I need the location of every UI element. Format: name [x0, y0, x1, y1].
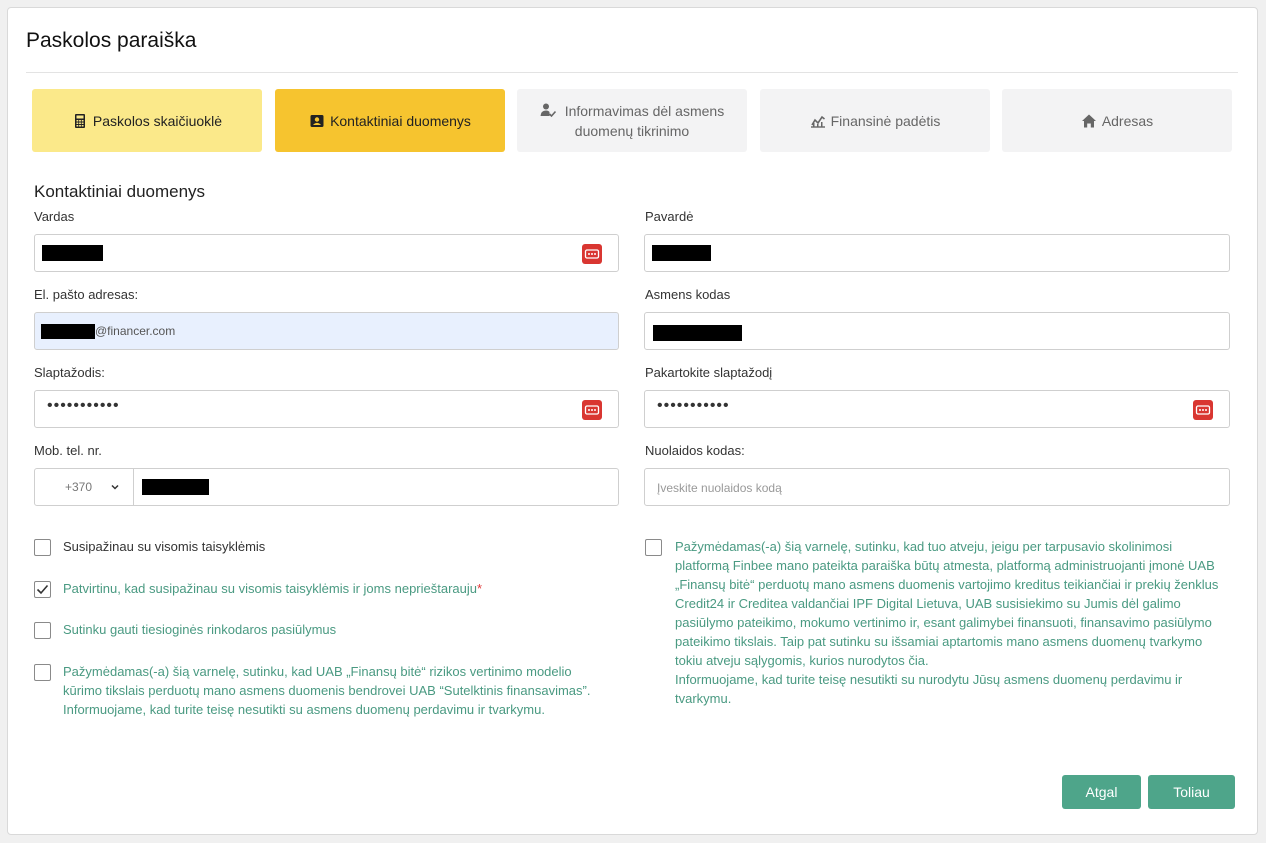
finbee-line: Pažymėdamas(-a) šią varnelę, sutinku, ka… — [675, 539, 1173, 554]
checkmark-icon — [36, 584, 49, 595]
password-input[interactable]: ••••••••••• — [34, 390, 619, 428]
step-label-group: Informavimas dėl asmens duomenų tikrinim… — [540, 101, 724, 141]
risk-model-line: Pažymėdamas(-a) šią varnelę, sutinku, ka… — [63, 664, 572, 679]
phone-input-group: +370 — [34, 468, 619, 506]
step-loan-calculator[interactable]: Paskolos skaičiuoklė — [32, 89, 262, 152]
redacted-value — [41, 324, 95, 339]
rules-confirm-text: Patvirtinu, kad susipažinau su visomis t… — [63, 581, 477, 596]
step-label: Adresas — [1101, 112, 1154, 129]
step-financial-status[interactable]: Finansinė padėtis — [760, 89, 990, 152]
rules-ack-checkbox[interactable] — [34, 539, 51, 556]
required-mark: * — [477, 581, 483, 596]
contact-card-icon — [309, 113, 325, 129]
redacted-value — [653, 325, 742, 341]
section-title: Kontaktiniai duomenys — [34, 182, 206, 201]
finbee-line: pasiūlymo pateikimo, mokumo vertinimo ir… — [675, 615, 1212, 630]
title-divider — [26, 72, 1238, 73]
password-repeat-label: Pakartokite slaptažodį — [645, 365, 773, 380]
risk-model-text: Pažymėdamas(-a) šią varnelę, sutinku, ka… — [63, 662, 590, 719]
user-check-icon — [540, 102, 556, 118]
step-label-line2: duomenų tikrinimo — [574, 122, 690, 139]
phone-prefix-select[interactable]: +370 — [35, 469, 134, 505]
next-button[interactable]: Toliau — [1148, 775, 1235, 809]
redacted-value — [652, 245, 711, 261]
discount-placeholder: Įveskite nuolaidos kodą — [657, 481, 782, 495]
redacted-value — [142, 479, 209, 495]
first-name-label: Vardas — [34, 209, 75, 224]
finbee-line: tokiu atveju sąlygomis, kurios nurodytos… — [675, 653, 929, 668]
home-icon — [1081, 113, 1097, 129]
finbee-line: pateikimo tikslais. Taip pat sutinku su … — [675, 634, 1203, 649]
rules-ack-text: Susipažinau su visomis taisyklėmis — [63, 539, 266, 554]
risk-model-line: Informuojame, kad turite teisę nesutikti… — [63, 702, 545, 717]
step-label: Kontaktiniai duomenys — [330, 112, 471, 129]
step-address[interactable]: Adresas — [1002, 89, 1232, 152]
first-name-input[interactable] — [34, 234, 619, 272]
redacted-value — [42, 245, 103, 261]
rules-confirm-label: Patvirtinu, kad susipažinau su visomis t… — [63, 579, 482, 598]
finbee-line: „Finansų bitė“ perduotų mano asmens duom… — [675, 577, 1219, 592]
discount-label: Nuolaidos kodas: — [645, 443, 745, 458]
email-input[interactable]: @financer.com — [34, 312, 619, 350]
calculator-icon — [72, 113, 88, 129]
personal-code-label: Asmens kodas — [645, 287, 731, 302]
phone-label: Mob. tel. nr. — [34, 443, 102, 458]
finbee-consent-text: Pažymėdamas(-a) šią varnelę, sutinku, ka… — [675, 537, 1218, 708]
password-manager-icon[interactable] — [1193, 400, 1213, 420]
back-button[interactable]: Atgal — [1062, 775, 1141, 809]
password-manager-icon[interactable] — [582, 244, 602, 264]
step-data-verification[interactable]: Informavimas dėl asmens duomenų tikrinim… — [517, 89, 747, 152]
step-label: Paskolos skaičiuoklė — [92, 112, 223, 129]
last-name-input[interactable] — [644, 234, 1230, 272]
password-masked-value: ••••••••••• — [47, 397, 120, 414]
step-label-line1: Informavimas dėl asmens — [564, 102, 725, 119]
rules-confirm-checkbox[interactable] — [34, 581, 51, 598]
risk-model-line: kūrimo tikslais perduotų mano asmens duo… — [63, 683, 591, 698]
personal-code-input[interactable] — [644, 312, 1230, 350]
finbee-line: tvarkymu. — [675, 691, 732, 706]
password-manager-icon[interactable] — [582, 400, 602, 420]
phone-number-input[interactable] — [135, 469, 618, 505]
page-title: Paskolos paraiška — [26, 29, 197, 52]
chevron-down-icon — [109, 480, 121, 492]
password-label: Slaptažodis: — [34, 365, 105, 380]
email-label: El. pašto adresas: — [34, 287, 139, 302]
email-domain: @financer.com — [95, 324, 176, 338]
password-repeat-masked-value: ••••••••••• — [657, 397, 730, 414]
step-contact-details[interactable]: Kontaktiniai duomenys — [275, 89, 505, 152]
last-name-label: Pavardė — [645, 209, 694, 224]
finbee-consent-checkbox[interactable] — [645, 539, 662, 556]
finbee-line: Credit24 ir Creditea valdančiai IPF Digi… — [675, 596, 1181, 611]
password-repeat-input[interactable]: ••••••••••• — [644, 390, 1230, 428]
risk-model-checkbox[interactable] — [34, 664, 51, 681]
finbee-line: platformą Finbee mano pateikta paraiška … — [675, 558, 1215, 573]
phone-prefix-value: +370 — [65, 480, 93, 494]
marketing-checkbox[interactable] — [34, 622, 51, 639]
marketing-text: Sutinku gauti tiesioginės rinkodaros pas… — [63, 622, 337, 637]
discount-code-input[interactable]: Įveskite nuolaidos kodą — [644, 468, 1230, 506]
finance-chart-icon — [810, 113, 826, 129]
step-label: Finansinė padėtis — [830, 112, 941, 129]
finbee-line: Informuojame, kad turite teisę nesutikti… — [675, 672, 1183, 687]
